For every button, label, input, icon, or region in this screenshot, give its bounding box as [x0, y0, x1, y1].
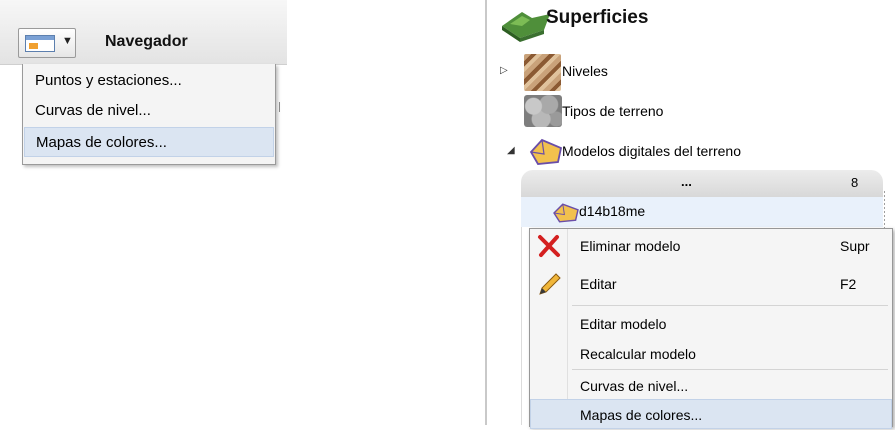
menu-item-edit[interactable]: Editar F2: [530, 269, 892, 299]
shortcut-label: Supr: [840, 238, 870, 254]
group-item-count: 8: [851, 175, 859, 190]
stones-texture-icon: [524, 95, 562, 127]
tree-node-selected-model[interactable]: d14b18me: [521, 197, 883, 227]
divider: [279, 102, 280, 112]
menu-separator: [572, 369, 888, 370]
navigator-toolbar: ▼ Navegador: [0, 0, 287, 65]
dtm-model-icon: [553, 203, 579, 223]
view-dropdown-menu: Puntos y estaciones... Curvas de nivel..…: [22, 64, 276, 165]
group-header[interactable]: ... 8: [521, 170, 883, 197]
group-header-label: ...: [681, 174, 692, 189]
model-name: d14b18me: [579, 203, 646, 219]
panel-divider: [485, 0, 487, 425]
menu-item-points-stations[interactable]: Puntos y estaciones...: [24, 66, 274, 96]
menu-item-label: Editar modelo: [580, 316, 667, 332]
context-menu: Eliminar modelo Supr Editar F2 Editar mo…: [529, 228, 893, 429]
menu-item-color-maps[interactable]: Mapas de colores...: [24, 127, 274, 157]
chevron-down-icon[interactable]: ▼: [62, 35, 73, 47]
menu-item-label: Editar: [580, 276, 617, 292]
menu-item-label: Eliminar modelo: [580, 238, 681, 254]
menu-separator: [572, 305, 888, 306]
tree-root-superficies[interactable]: Superficies: [546, 7, 648, 29]
menu-item-edit-model[interactable]: Editar modelo: [530, 309, 892, 339]
terrain-surface-icon: [502, 12, 550, 42]
window-view-icon: [25, 35, 55, 52]
menu-item-label: Mapas de colores...: [580, 407, 703, 423]
menu-item-label: Recalcular modelo: [580, 346, 696, 362]
tree-node-niveles[interactable]: Niveles: [562, 63, 608, 79]
menu-item-contour-lines[interactable]: Curvas de nivel...: [530, 371, 892, 401]
tree-node-modelos-digitales[interactable]: Modelos digitales del terreno: [562, 143, 741, 159]
menu-item-delete-model[interactable]: Eliminar modelo Supr: [530, 231, 892, 261]
menu-item-label: Curvas de nivel...: [580, 378, 689, 394]
menu-item-recalculate-model[interactable]: Recalcular modelo: [530, 339, 892, 369]
collapse-arrow-icon[interactable]: ◢: [507, 145, 515, 156]
dtm-model-icon: [529, 138, 563, 165]
levels-texture-icon: [524, 54, 561, 91]
navigator-title: Navegador: [105, 33, 188, 50]
view-menu-button[interactable]: ▼: [18, 28, 76, 58]
delete-x-icon: [538, 235, 560, 257]
menu-item-contour-lines[interactable]: Curvas de nivel...: [24, 96, 274, 126]
expand-arrow-icon[interactable]: ▷: [500, 65, 508, 76]
pencil-icon: [539, 273, 561, 295]
tree-node-tipos-terreno[interactable]: Tipos de terreno: [562, 103, 663, 119]
shortcut-label: F2: [840, 276, 857, 292]
